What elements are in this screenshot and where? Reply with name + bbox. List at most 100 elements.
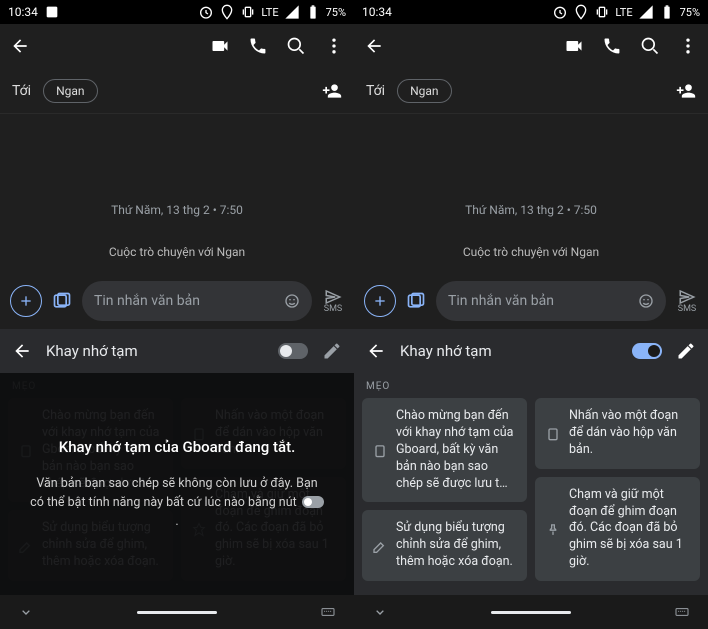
plus-icon (18, 293, 34, 309)
send-label: SMS (678, 304, 697, 314)
add-button[interactable] (364, 285, 396, 317)
compose-bar: Tin nhắn văn bản SMS (0, 273, 354, 329)
add-button[interactable] (10, 285, 42, 317)
clipboard-header: Khay nhớ tạm (0, 329, 354, 373)
status-time: 10:34 (8, 5, 38, 19)
timestamp: Thứ Năm, 13 thg 2 • 7:50 (465, 203, 597, 217)
back-icon[interactable] (10, 36, 30, 56)
send-label: SMS (324, 304, 343, 314)
group-add-icon[interactable] (676, 81, 696, 101)
chevron-down-icon[interactable] (18, 604, 34, 620)
edit-icon[interactable] (676, 341, 696, 361)
home-indicator[interactable] (137, 611, 217, 614)
video-icon[interactable] (210, 36, 230, 56)
edit-icon[interactable] (322, 341, 342, 361)
back-icon[interactable] (364, 36, 384, 56)
call-icon[interactable] (602, 36, 622, 56)
paste-icon (545, 410, 561, 459)
battery-icon (305, 4, 321, 20)
message-placeholder: Tin nhắn văn bản (94, 293, 276, 309)
tip-text: Nhấn vào một đoạn để dán vào hộp văn bản… (569, 408, 690, 459)
vibrate-icon (240, 4, 256, 20)
notification-icon (44, 4, 60, 20)
emoji-icon[interactable] (284, 293, 300, 309)
chevron-down-icon[interactable] (372, 604, 388, 620)
location-icon (219, 4, 235, 20)
keyboard-icon[interactable] (320, 604, 336, 620)
toggle-inline-icon (302, 496, 324, 508)
message-input[interactable]: Tin nhắn văn bản (82, 281, 312, 321)
pin-icon (545, 489, 561, 571)
tip-text: Chào mừng bạn đến với khay nhớ tạm của G… (396, 408, 517, 492)
tip-card[interactable]: Chạm và giữ một đoạn để ghim đoạn đó. Cá… (535, 477, 700, 581)
signal-icon (638, 4, 654, 20)
clipboard-back-icon[interactable] (12, 341, 32, 361)
clipboard-back-icon[interactable] (366, 341, 386, 361)
alarm-icon (198, 4, 214, 20)
status-bar: 10:34 LTE 75% (0, 0, 354, 24)
to-label: Tới (12, 83, 31, 99)
gallery-icon[interactable] (52, 291, 72, 311)
video-icon[interactable] (564, 36, 584, 56)
send-button[interactable]: SMS (322, 288, 344, 314)
clipboard-body: MẸO Chào mừng bạn đến với khay nhớ tạm c… (354, 373, 708, 595)
clipboard-icon (372, 410, 388, 492)
tip-card[interactable]: Chào mừng bạn đến với khay nhớ tạm của G… (362, 398, 527, 502)
keyboard-nav (354, 595, 708, 629)
status-time: 10:34 (362, 5, 392, 19)
signal-icon (284, 4, 300, 20)
send-button[interactable]: SMS (676, 288, 698, 314)
status-battery: 75% (680, 6, 700, 19)
clipboard-body: MẸO Chào mừng bạn đến với khay nhớ tạm c… (0, 373, 354, 595)
timestamp: Thứ Năm, 13 thg 2 • 7:50 (111, 203, 243, 217)
overlay-body: Văn bản bạn sao chép sẽ không còn lưu ở … (30, 475, 324, 531)
compose-bar: Tin nhắn văn bản SMS (354, 273, 708, 329)
conversation-area: Thứ Năm, 13 thg 2 • 7:50 Cuộc trò chuyện… (354, 114, 708, 273)
to-label: Tới (366, 83, 385, 99)
clipboard-off-overlay: Khay nhớ tạm của Gboard đang tắt. Văn bả… (0, 373, 354, 595)
tip-text: Chạm và giữ một đoạn để ghim đoạn đó. Cá… (569, 487, 690, 571)
emoji-icon[interactable] (638, 293, 654, 309)
battery-icon (659, 4, 675, 20)
home-indicator[interactable] (491, 611, 571, 614)
search-icon[interactable] (640, 36, 660, 56)
system-message: Cuộc trò chuyện với Ngan (463, 245, 599, 259)
recipient-chip[interactable]: Ngan (43, 79, 97, 103)
app-bar (0, 24, 354, 68)
tip-text: Sử dụng biểu tượng chỉnh sửa để ghim, th… (396, 520, 517, 571)
plus-icon (372, 293, 388, 309)
overlay-title: Khay nhớ tạm của Gboard đang tắt. (59, 437, 296, 457)
status-battery: 75% (326, 6, 346, 19)
message-input[interactable]: Tin nhắn văn bản (436, 281, 666, 321)
search-icon[interactable] (286, 36, 306, 56)
status-network: LTE (261, 6, 278, 19)
status-network: LTE (615, 6, 632, 19)
keyboard-nav (0, 595, 354, 629)
app-bar (354, 24, 708, 68)
recipient-chip[interactable]: Ngan (397, 79, 451, 103)
tips-label: MẸO (362, 381, 700, 398)
more-icon[interactable] (678, 36, 698, 56)
clipboard-toggle[interactable] (278, 343, 308, 359)
more-icon[interactable] (324, 36, 344, 56)
clipboard-header: Khay nhớ tạm (354, 329, 708, 373)
tip-card[interactable]: Sử dụng biểu tượng chỉnh sửa để ghim, th… (362, 510, 527, 581)
recipient-bar: Tới Ngan (0, 68, 354, 114)
status-bar: 10:34 LTE 75% (354, 0, 708, 24)
message-placeholder: Tin nhắn văn bản (448, 293, 630, 309)
keyboard-icon[interactable] (674, 604, 690, 620)
clipboard-title: Khay nhớ tạm (46, 342, 264, 360)
call-icon[interactable] (248, 36, 268, 56)
group-add-icon[interactable] (322, 81, 342, 101)
clipboard-toggle[interactable] (632, 343, 662, 359)
vibrate-icon (594, 4, 610, 20)
gallery-icon[interactable] (406, 291, 426, 311)
recipient-bar: Tới Ngan (354, 68, 708, 114)
pencil-icon (372, 522, 388, 571)
system-message: Cuộc trò chuyện với Ngan (109, 245, 245, 259)
location-icon (573, 4, 589, 20)
clipboard-title: Khay nhớ tạm (400, 342, 618, 360)
alarm-icon (552, 4, 568, 20)
tip-card[interactable]: Nhấn vào một đoạn để dán vào hộp văn bản… (535, 398, 700, 469)
conversation-area: Thứ Năm, 13 thg 2 • 7:50 Cuộc trò chuyện… (0, 114, 354, 273)
